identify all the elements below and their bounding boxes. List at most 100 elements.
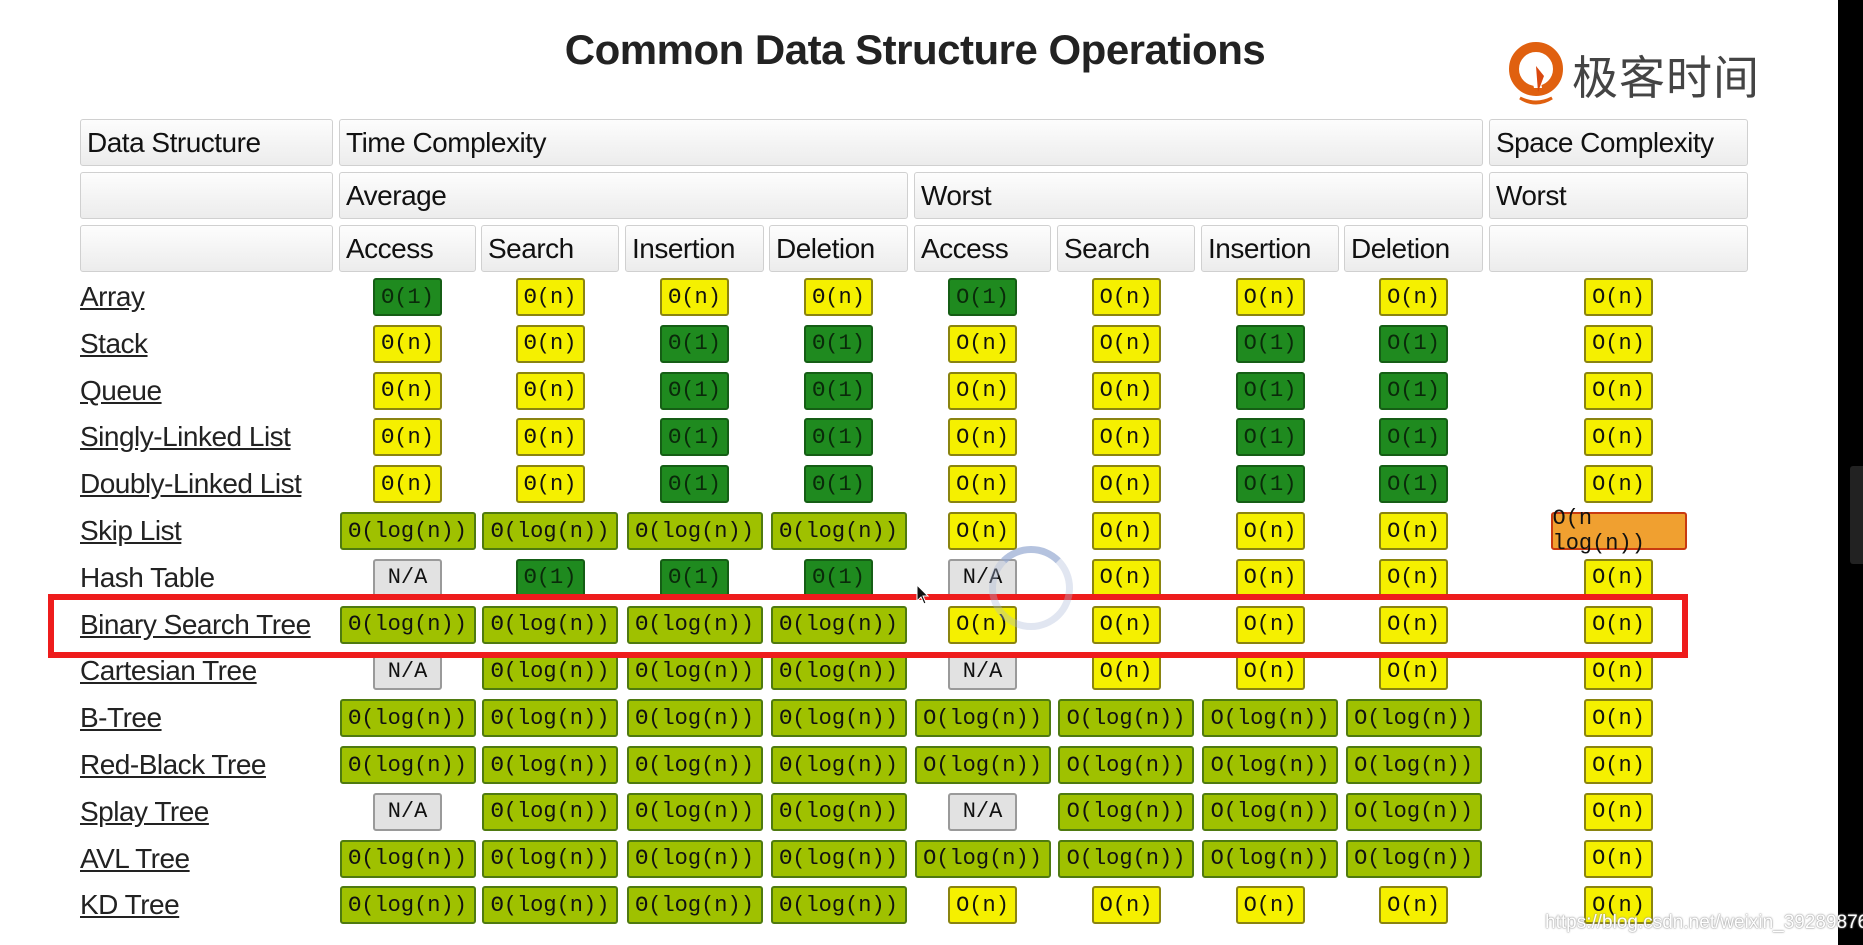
complexity-badge: O(log(n)): [914, 746, 1051, 784]
complexity-badge: Θ(1): [515, 558, 585, 597]
complexity-badge: O(n): [1584, 792, 1653, 831]
complexity-badge: Θ(log(n)): [482, 886, 618, 925]
complexity-badge: O(n): [948, 324, 1017, 363]
complexity-badge: O(n): [1091, 371, 1161, 410]
complexity-badge: Θ(log(n)): [770, 699, 907, 738]
complexity-badge: O(1): [1379, 418, 1448, 457]
complexity-badge: O(1): [948, 278, 1017, 316]
mouse-cursor-icon: [916, 584, 930, 605]
complexity-badge: O(n): [1235, 278, 1305, 316]
header-average: Average: [339, 172, 908, 219]
complexity-badge: Θ(log(n)): [770, 839, 907, 878]
complexity-badge: O(n): [1584, 746, 1653, 784]
complexity-badge: O(log(n)): [1202, 699, 1338, 738]
complexity-badge: O(n): [1379, 558, 1448, 597]
complexity-badge: Θ(log(n)): [626, 699, 763, 738]
complexity-badge: O(n): [1235, 652, 1305, 691]
complexity-badge: O(n): [1091, 652, 1161, 691]
header-blank: [1489, 225, 1748, 272]
loading-spinner-icon: [989, 546, 1073, 630]
row-label-queue[interactable]: Queue: [80, 371, 162, 411]
header-col-access: Access: [339, 225, 476, 272]
side-panel-handle[interactable]: [1850, 466, 1863, 564]
complexity-badge: O(log(n)): [914, 699, 1051, 738]
row-label-singly-linked-list[interactable]: Singly-Linked List: [80, 417, 291, 457]
complexity-badge: O(1): [1235, 371, 1305, 410]
header-space-complexity: Space Complexity: [1489, 119, 1748, 166]
complexity-badge: Θ(log(n)): [770, 746, 907, 784]
complexity-badge: Θ(n): [515, 465, 585, 504]
complexity-badge: O(log(n)): [1345, 839, 1482, 878]
header-data-structure: Data Structure: [80, 119, 333, 166]
complexity-badge: O(log(n)): [914, 839, 1051, 878]
complexity-badge: Θ(log(n)): [339, 512, 476, 550]
header-col-insertion: Insertion: [1201, 225, 1339, 272]
complexity-badge: O(n): [1379, 512, 1448, 550]
complexity-badge: O(n): [1235, 558, 1305, 597]
header-col-search: Search: [481, 225, 619, 272]
complexity-badge: O(n): [948, 512, 1017, 550]
complexity-badge: O(log(n)): [1345, 792, 1482, 831]
complexity-badge: O(log(n)): [1058, 839, 1194, 878]
complexity-badge: N/A: [948, 652, 1017, 691]
complexity-badge: Θ(n): [660, 278, 729, 316]
complexity-badge: Θ(1): [660, 371, 729, 410]
complexity-badge: O(n): [948, 371, 1017, 410]
logo-text: 极客时间: [1572, 51, 1760, 105]
complexity-badge: O(log(n)): [1202, 839, 1338, 878]
complexity-badge: O(n): [1379, 886, 1448, 925]
complexity-badge: O(n): [1091, 418, 1161, 457]
complexity-badge: O(n): [1235, 886, 1305, 925]
complexity-badge: O(log(n)): [1058, 746, 1194, 784]
complexity-badge: O(n): [1584, 418, 1653, 457]
complexity-badge: Θ(log(n)): [770, 512, 907, 550]
complexity-badge: Θ(n): [515, 278, 585, 316]
complexity-badge: Θ(n): [373, 371, 442, 410]
complexity-badge: O(log(n)): [1345, 699, 1482, 738]
complexity-badge: O(n): [1584, 465, 1653, 504]
complexity-badge: Θ(log(n)): [482, 792, 618, 831]
row-label-stack[interactable]: Stack: [80, 324, 148, 364]
row-label-b-tree[interactable]: B-Tree: [80, 698, 162, 738]
complexity-badge: Θ(log(n)): [339, 746, 476, 784]
complexity-badge: O(n): [1091, 465, 1161, 504]
complexity-badge: Θ(log(n)): [770, 792, 907, 831]
complexity-badge: O(1): [1379, 465, 1448, 504]
complexity-badge: O(n log(n)): [1550, 506, 1687, 556]
complexity-badge: O(n): [1584, 371, 1653, 410]
complexity-badge: Θ(log(n)): [626, 839, 763, 878]
complexity-badge: Θ(log(n)): [339, 699, 476, 738]
complexity-badge: Θ(n): [515, 418, 585, 457]
complexity-badge: Θ(log(n)): [482, 699, 618, 738]
header-col-access: Access: [914, 225, 1051, 272]
complexity-badge: Θ(1): [660, 465, 729, 504]
complexity-badge: O(n): [1584, 558, 1653, 597]
complexity-badge: Θ(1): [804, 371, 873, 410]
complexity-badge: O(n): [1091, 324, 1161, 363]
row-label-kd-tree[interactable]: KD Tree: [80, 885, 180, 925]
complexity-badge: O(n): [1584, 278, 1653, 316]
complexity-badge: O(log(n)): [1058, 792, 1194, 831]
row-label-doubly-linked-list[interactable]: Doubly-Linked List: [80, 464, 302, 504]
row-label-skip-list[interactable]: Skip List: [80, 511, 182, 551]
complexity-badge: Θ(log(n)): [770, 886, 907, 925]
complexity-badge: N/A: [373, 558, 442, 597]
complexity-badge: O(1): [1379, 324, 1448, 363]
header-col-deletion: Deletion: [769, 225, 908, 272]
row-label-splay-tree[interactable]: Splay Tree: [80, 792, 209, 832]
row-label-avl-tree[interactable]: AVL Tree: [80, 839, 190, 879]
complexity-badge: Θ(1): [804, 558, 873, 597]
complexity-badge: O(n): [1379, 278, 1448, 316]
complexity-badge: O(1): [1235, 324, 1305, 363]
row-label-red-black-tree[interactable]: Red-Black Tree: [80, 745, 266, 785]
row-label-array[interactable]: Array: [80, 277, 145, 317]
complexity-badge: O(n): [1091, 886, 1161, 925]
header-col-search: Search: [1057, 225, 1195, 272]
header-blank: [80, 172, 333, 219]
header-col-insertion: Insertion: [625, 225, 764, 272]
complexity-badge: Θ(log(n)): [482, 652, 618, 691]
complexity-badge: Θ(1): [804, 418, 873, 457]
complexity-badge: Θ(n): [515, 324, 585, 363]
complexity-badge: O(log(n)): [1345, 746, 1482, 784]
complexity-badge: Θ(log(n)): [626, 886, 763, 925]
